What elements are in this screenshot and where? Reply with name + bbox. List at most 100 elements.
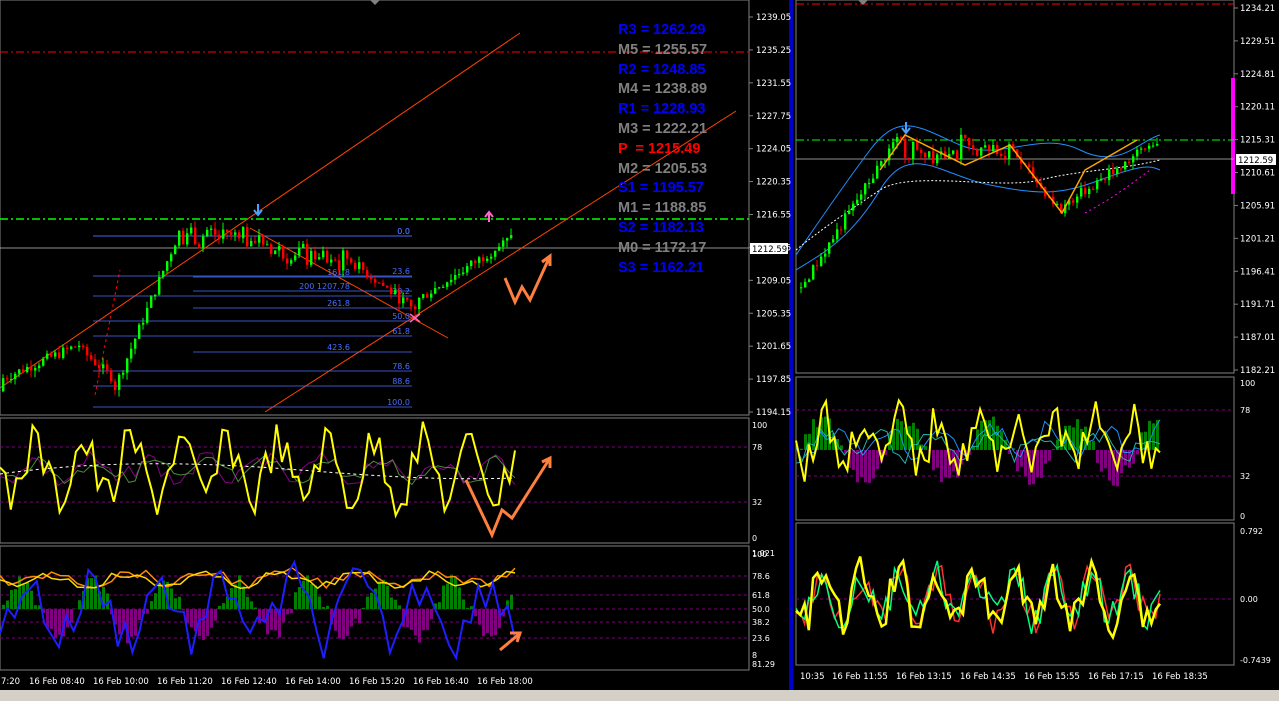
candle [238, 232, 241, 239]
candle [868, 182, 871, 184]
candle [1112, 169, 1115, 175]
candle [66, 347, 69, 349]
candle [860, 194, 863, 200]
time-axis-label: 16 Feb 11:55 [832, 672, 888, 682]
candle [210, 228, 213, 230]
candle [450, 279, 453, 283]
candle [206, 229, 209, 237]
osc2-histogram-bar [78, 600, 81, 609]
candle [194, 227, 197, 245]
osc2-histogram-bar [314, 585, 317, 609]
candle [306, 243, 309, 265]
candle [150, 296, 153, 308]
price-axis-label: 1220.11 [1240, 103, 1275, 113]
candle [94, 359, 97, 366]
price-axis-label: 1224.05 [756, 145, 791, 155]
osc1-histogram-bar [924, 445, 927, 450]
osc2-histogram-bar [118, 609, 121, 635]
left-osc1-panel [0, 417, 750, 544]
candle [354, 262, 357, 269]
candle [1004, 156, 1007, 159]
osc1-axis-label: 78 [1240, 406, 1250, 415]
candle [832, 239, 835, 243]
osc2-histogram-bar [54, 609, 57, 638]
candle [154, 294, 157, 297]
candle [34, 368, 37, 371]
osc2-histogram-bar [302, 580, 305, 609]
candle [90, 355, 93, 360]
candle [824, 253, 827, 257]
candle [836, 229, 839, 240]
osc2-histogram-bar [482, 609, 485, 637]
osc2-histogram-bar [470, 606, 473, 609]
price-axis-label: 1215.31 [1240, 136, 1275, 146]
price-axis-label: 1197.85 [756, 375, 791, 385]
pivot-label: M0 = 1172.17 [618, 239, 707, 256]
osc2-histogram-bar [154, 593, 157, 609]
osc2-histogram-bar [510, 594, 513, 609]
candle [486, 258, 489, 261]
osc2-histogram-bar [250, 601, 253, 609]
candle [1116, 168, 1119, 175]
candle [10, 379, 13, 381]
candle [1144, 148, 1147, 150]
candle [414, 306, 417, 310]
candle [1128, 161, 1131, 163]
osc2-histogram-bar [346, 609, 349, 636]
candle [1156, 144, 1159, 146]
candle [434, 288, 437, 294]
osc2-histogram-bar [486, 609, 489, 633]
price-axis-label: 1227.75 [756, 112, 791, 122]
candle [458, 274, 461, 276]
status-bar [0, 690, 1279, 701]
osc1-histogram-bar [1104, 450, 1107, 469]
candle [46, 353, 49, 359]
right-price-panel [795, 0, 1235, 374]
candle [374, 279, 377, 283]
osc2-histogram-bar [462, 599, 465, 609]
candle [422, 294, 425, 298]
ma-line [795, 159, 1161, 251]
candle [936, 154, 939, 164]
osc1-histogram-bar [868, 450, 871, 483]
osc1-histogram-bar [1136, 450, 1139, 455]
candle [1104, 178, 1107, 181]
candle [872, 178, 875, 183]
candle [266, 244, 269, 246]
pivot-label: P = 1215.49 [618, 140, 701, 157]
candle [382, 282, 385, 286]
pivot-label: R1 = 1228.93 [618, 101, 706, 118]
osc1-histogram-bar [1024, 450, 1027, 477]
candle [924, 152, 927, 158]
osc2-axis-label: 8 [752, 651, 757, 660]
candle [294, 255, 297, 261]
candle [378, 282, 381, 284]
candle [442, 286, 445, 288]
candle [254, 240, 257, 243]
candle [82, 345, 85, 347]
osc2-histogram-bar [26, 581, 29, 609]
candle [118, 374, 121, 390]
candle [430, 293, 433, 298]
candle [2, 378, 5, 392]
price-axis-label: 1205.35 [756, 309, 791, 319]
osc1-histogram-bar [916, 428, 919, 450]
candle [1140, 148, 1143, 150]
candle [214, 228, 217, 235]
osc1-histogram-bar [1044, 450, 1047, 464]
osc1-histogram-bar [896, 418, 899, 450]
osc1-histogram-bar [852, 450, 855, 470]
osc2-histogram-bar [234, 584, 237, 609]
candle [848, 210, 851, 215]
osc2-histogram-bar [342, 609, 345, 640]
candle [230, 232, 233, 235]
osc1-main [0, 421, 516, 519]
candle [1028, 164, 1031, 168]
candle [54, 352, 57, 357]
osc2-histogram-bar [318, 596, 321, 609]
osc2-histogram-bar [298, 587, 301, 609]
candle [502, 240, 505, 247]
candle [286, 258, 289, 264]
osc1-band [0, 455, 516, 486]
osc2-histogram-bar [134, 609, 137, 636]
